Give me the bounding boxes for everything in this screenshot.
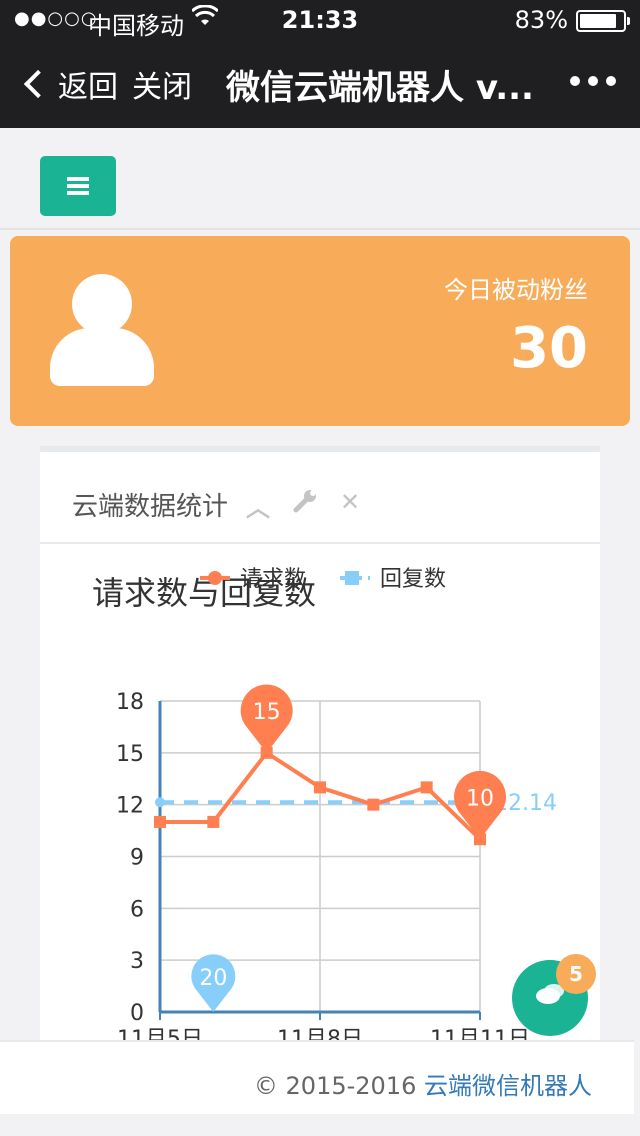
navigation-bar: 返回 关闭 微信云端机器人 v... — [0, 40, 640, 128]
more-options-icon[interactable] — [570, 76, 616, 86]
copyright-years: © 2015-2016 — [253, 1072, 417, 1100]
marker-label: 15 — [253, 700, 281, 725]
max-marker: 15 — [240, 684, 293, 753]
average-start-point — [155, 797, 165, 808]
y-tick-label: 9 — [130, 846, 144, 871]
page-title: 微信云端机器人 v... — [226, 68, 534, 108]
stat-value: 30 — [510, 316, 588, 381]
legend-marker — [345, 571, 359, 585]
notification-badge: 5 — [556, 954, 596, 994]
legend-item[interactable]: 回复数 — [340, 567, 446, 592]
data-point — [367, 798, 380, 811]
back-label: 返回 — [58, 70, 118, 105]
data-point — [420, 781, 433, 794]
y-tick-label: 18 — [116, 690, 144, 715]
y-tick-label: 15 — [116, 742, 144, 767]
footer: © 2015-2016 云端微信机器人 — [0, 1040, 640, 1136]
close-button[interactable]: 关闭 — [132, 62, 192, 106]
y-tick-label: 6 — [130, 897, 144, 922]
y-tick-label: 12 — [116, 794, 144, 819]
marker-label: 20 — [199, 966, 227, 991]
y-tick-label: 0 — [130, 1001, 144, 1026]
brand-link[interactable]: 云端微信机器人 — [424, 1072, 592, 1100]
collapse-icon[interactable]: ︿ — [246, 488, 270, 523]
user-icon — [50, 274, 154, 390]
legend-marker — [208, 571, 222, 585]
panel-header: 云端数据统计 ︿ ✕ — [40, 452, 600, 544]
copyright-text: © 2015-2016 云端微信机器人 — [254, 1066, 592, 1101]
data-point — [154, 815, 166, 828]
legend-label: 回复数 — [380, 567, 446, 592]
legend-label: 请求数 — [240, 567, 306, 592]
chart-markers: 15 10 20 — [191, 684, 506, 1012]
y-axis-ticks: 0 3 6 9 12 15 18 — [116, 690, 144, 1026]
data-point — [314, 781, 326, 794]
reply-min-marker: 20 — [191, 954, 236, 1012]
fans-stat-card: 今日被动粉丝 30 — [10, 236, 630, 426]
marker-label: 10 — [466, 787, 494, 812]
data-point — [207, 815, 220, 828]
wrench-icon[interactable] — [292, 488, 318, 523]
panel-title: 云端数据统计 — [72, 492, 229, 522]
status-bar: ●●○○○ 中国移动 21:33 83% — [0, 0, 640, 40]
back-button[interactable]: 返回 — [22, 62, 118, 106]
chat-button[interactable]: 5 — [512, 954, 596, 1036]
min-marker: 10 — [453, 770, 506, 840]
stat-label: 今日被动粉丝 — [444, 276, 588, 304]
y-tick-label: 3 — [130, 949, 144, 974]
chevron-left-icon — [23, 69, 53, 99]
close-icon[interactable]: ✕ — [340, 488, 360, 523]
battery-icon — [576, 10, 630, 32]
menu-toggle-button[interactable] — [40, 156, 116, 216]
top-toolbar — [0, 128, 640, 230]
battery-percentage: 83% — [514, 6, 568, 34]
